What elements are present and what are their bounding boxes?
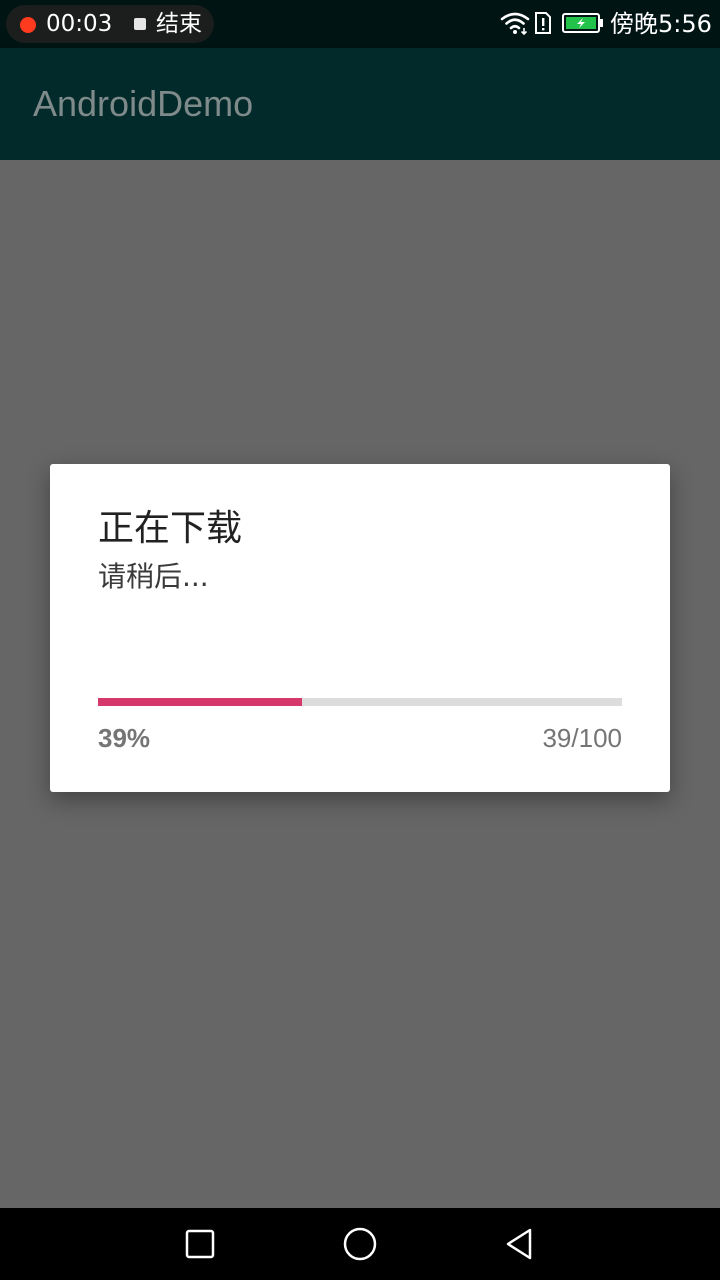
wifi-icon — [500, 12, 530, 35]
dialog-title: 正在下载 — [98, 508, 243, 549]
status-clock: 傍晚5:56 — [610, 10, 712, 38]
recent-apps-icon[interactable] — [180, 1224, 220, 1264]
navigation-bar — [0, 1208, 720, 1280]
download-progress-dialog: 正在下载 请稍后... 39% 39/100 — [50, 464, 670, 792]
progress-bar-fill — [98, 698, 303, 706]
stop-square-icon[interactable] — [134, 18, 146, 30]
recording-time: 00:03 — [46, 11, 113, 37]
home-icon[interactable] — [340, 1224, 380, 1264]
progress-percent: 39% — [98, 723, 151, 753]
sim-alert-icon — [535, 12, 551, 34]
progress-bar — [98, 698, 622, 706]
status-bar: 00:03 结束 傍晚5:56 — [0, 0, 720, 48]
back-icon[interactable] — [500, 1224, 540, 1264]
app-title: AndroidDemo — [33, 83, 254, 124]
progress-count: 39/100 — [542, 723, 622, 753]
end-recording-button[interactable]: 结束 — [156, 11, 202, 37]
app-bar: AndroidDemo — [0, 48, 720, 160]
dialog-message: 请稍后... — [98, 560, 209, 593]
screen-recording-pill[interactable]: 00:03 结束 — [6, 5, 214, 43]
battery-charging-icon — [562, 13, 603, 33]
record-dot-icon — [20, 17, 36, 33]
